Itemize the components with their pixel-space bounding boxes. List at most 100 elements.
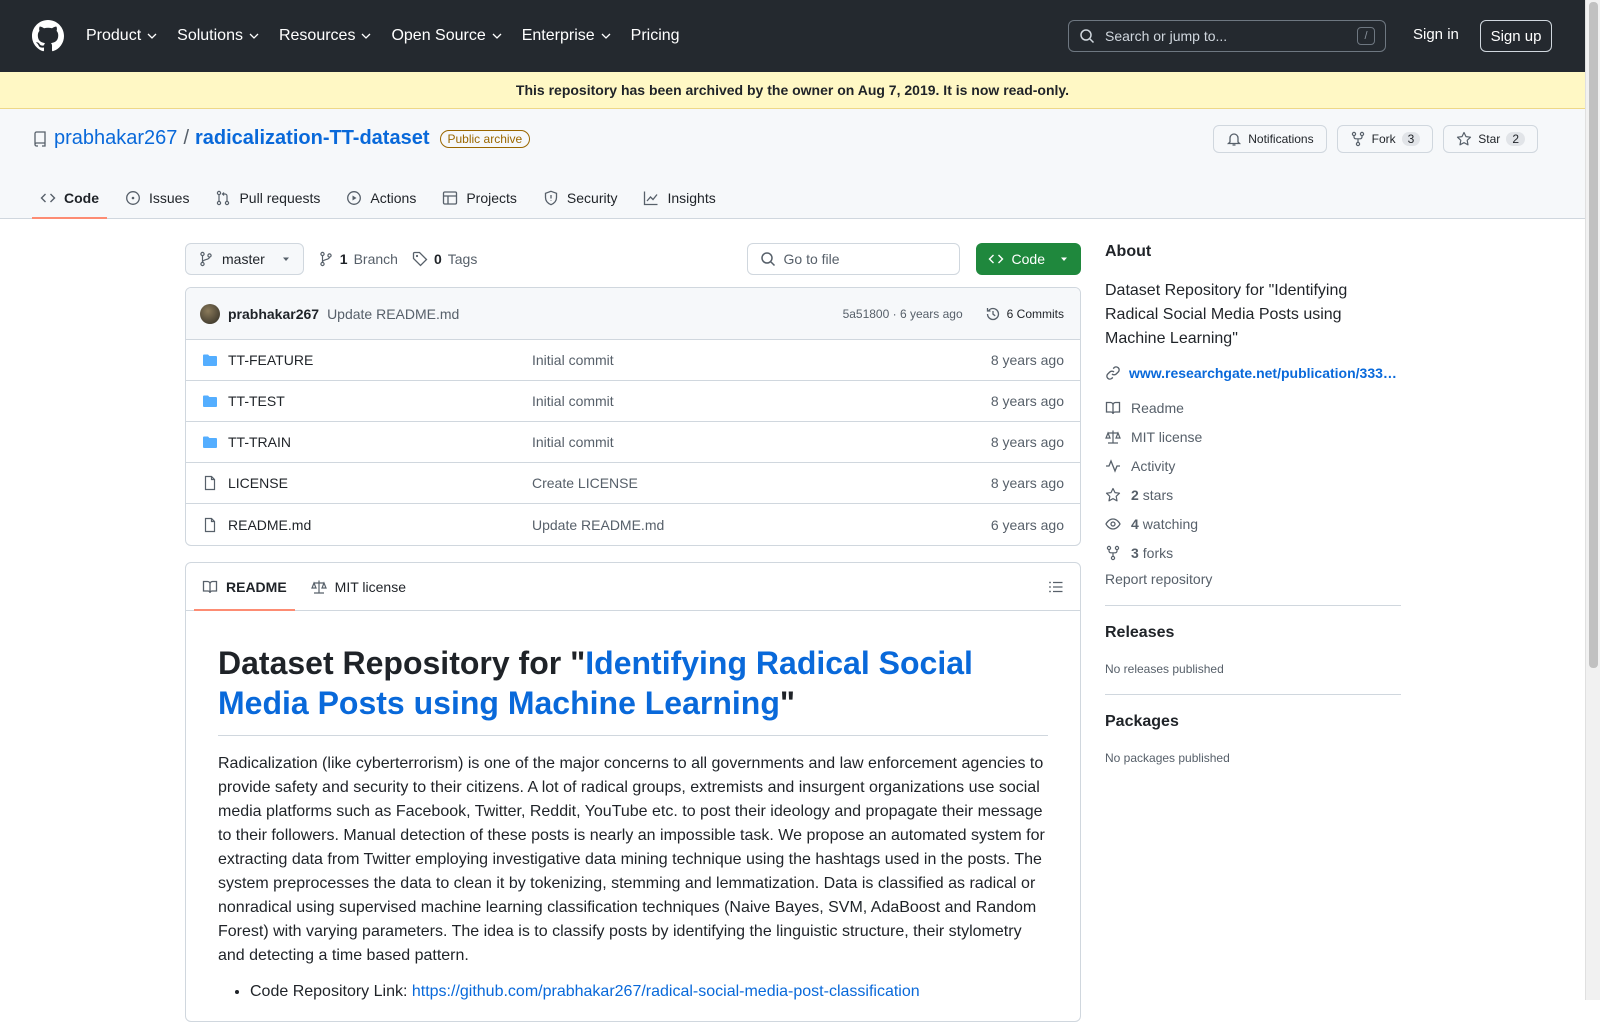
folder-icon (203, 436, 217, 448)
fork-label: Fork (1371, 132, 1396, 146)
tab-pull-requests-label: Pull requests (239, 190, 321, 206)
tab-security[interactable]: Security (535, 177, 626, 219)
commits-link[interactable]: 6 Commits (985, 306, 1064, 322)
tab-actions[interactable]: Actions (338, 177, 424, 219)
divider (1105, 694, 1401, 695)
commit-author[interactable]: prabhakar267 (228, 306, 319, 322)
table-icon (443, 191, 458, 205)
file-commit-message[interactable]: Initial commit (532, 393, 991, 409)
file-icon (204, 517, 216, 532)
search-placeholder: Search or jump to... (1105, 28, 1228, 44)
code-repository-link[interactable]: https://github.com/prabhakar267/radical-… (412, 983, 920, 1000)
nav-pricing[interactable]: Pricing (631, 27, 680, 45)
file-commit-message[interactable]: Update README.md (532, 517, 991, 533)
search-shortcut-key: / (1357, 27, 1375, 45)
branch-label: Branch (353, 251, 398, 267)
watching-link[interactable]: 4 watching (1105, 509, 1401, 538)
bell-icon (1227, 133, 1242, 146)
repo-owner-link[interactable]: prabhakar267 (54, 127, 177, 150)
caret-down-icon (1061, 257, 1067, 261)
file-name[interactable]: TT-TRAIN (228, 434, 291, 450)
archive-banner: This repository has been archived by the… (0, 72, 1585, 109)
branch-icon (200, 251, 212, 267)
table-row[interactable]: TT-TEST Initial commit 8 years ago (186, 381, 1080, 422)
about-website-link[interactable]: www.researchgate.net/publication/333… (1105, 365, 1401, 381)
tag-icon (412, 251, 428, 267)
github-logo-icon[interactable] (32, 20, 64, 52)
readme-link[interactable]: Readme (1105, 393, 1401, 422)
releases-heading[interactable]: Releases (1105, 624, 1401, 642)
repo-name-link[interactable]: radicalization-TT-dataset (195, 127, 430, 150)
file-commit-message[interactable]: Initial commit (532, 352, 991, 368)
nav-resources[interactable]: Resources (279, 27, 371, 45)
table-row[interactable]: README.md Update README.md 6 years ago (186, 504, 1080, 545)
branch-selector[interactable]: master (185, 243, 304, 275)
license-link[interactable]: MIT license (1105, 422, 1401, 451)
top-nav: Product Solutions Resources Open Source … (86, 27, 700, 45)
main-content: master 1 Branch 0 Tags Go to file Code p… (185, 243, 1081, 1022)
stars-link[interactable]: 2 stars (1105, 480, 1401, 509)
page-scrollbar[interactable] (1585, 0, 1600, 1000)
readme-title-suffix: " (779, 685, 796, 721)
file-name[interactable]: LICENSE (228, 475, 288, 491)
commit-message[interactable]: Update README.md (327, 306, 459, 322)
file-icon (204, 475, 216, 491)
branches-link[interactable]: 1 Branch (318, 251, 398, 267)
notifications-button[interactable]: Notifications (1213, 125, 1327, 153)
stars-count: 2 (1131, 486, 1139, 503)
file-name-cell: LICENSE (202, 475, 532, 491)
star-button[interactable]: Star 2 (1443, 125, 1538, 153)
about-heading: About (1105, 243, 1152, 260)
tab-code[interactable]: Code (32, 177, 107, 219)
tab-issues-label: Issues (149, 190, 190, 206)
list-item: Code Repository Link: https://github.com… (250, 980, 1048, 1004)
repo-header: prabhakar267 / radicalization-TT-dataset… (0, 109, 1585, 219)
forks-label: forks (1142, 544, 1174, 561)
branch-count: 1 (339, 251, 348, 267)
tab-license[interactable]: MIT license (303, 563, 414, 611)
branch-name: master (222, 251, 265, 267)
folder-icon (203, 395, 217, 407)
code-button[interactable]: Code (975, 243, 1081, 275)
fork-button[interactable]: Fork 3 (1336, 125, 1434, 153)
tab-insights[interactable]: Insights (635, 177, 723, 219)
packages-heading[interactable]: Packages (1105, 713, 1401, 731)
file-commit-message[interactable]: Initial commit (532, 434, 991, 450)
nav-open-source[interactable]: Open Source (391, 27, 502, 45)
file-name[interactable]: README.md (228, 517, 311, 533)
scrollbar-thumb[interactable] (1589, 2, 1598, 668)
file-date: 8 years ago (990, 393, 1064, 409)
list-item-label: Code Repository Link: (250, 983, 412, 1000)
avatar[interactable] (200, 303, 220, 324)
file-name[interactable]: TT-FEATURE (228, 352, 313, 368)
sign-up-button[interactable]: Sign up (1480, 20, 1552, 52)
activity-link-label: Activity (1131, 457, 1176, 474)
table-row[interactable]: LICENSE Create LICENSE 8 years ago (186, 463, 1080, 504)
file-commit-message[interactable]: Create LICENSE (532, 475, 991, 491)
nav-enterprise[interactable]: Enterprise (522, 27, 611, 45)
go-to-file-input[interactable]: Go to file (746, 243, 960, 275)
tab-readme[interactable]: README (194, 563, 295, 611)
search-input[interactable]: Search or jump to... / (1068, 20, 1386, 52)
commit-sha-time[interactable]: 5a51800 · 6 years ago (843, 307, 963, 321)
folder-icon (203, 354, 217, 366)
nav-solutions[interactable]: Solutions (177, 27, 259, 45)
tab-projects[interactable]: Projects (434, 177, 525, 219)
tab-pull-requests[interactable]: Pull requests (207, 177, 328, 219)
tab-issues[interactable]: Issues (117, 177, 197, 219)
table-row[interactable]: TT-FEATURE Initial commit 8 years ago (186, 340, 1080, 381)
nav-product[interactable]: Product (86, 27, 157, 45)
file-name[interactable]: TT-TEST (228, 393, 285, 409)
nav-open-source-label: Open Source (391, 27, 486, 44)
tag-label: Tags (447, 251, 478, 267)
commits-count: 6 Commits (1006, 306, 1064, 321)
license-link-label: MIT license (1131, 428, 1203, 445)
report-repository-link[interactable]: Report repository (1105, 571, 1401, 587)
sign-in-link[interactable]: Sign in (1413, 26, 1459, 43)
tab-actions-label: Actions (370, 190, 417, 206)
activity-link[interactable]: Activity (1105, 451, 1401, 480)
list-icon[interactable] (1048, 579, 1064, 595)
tags-link[interactable]: 0 Tags (412, 251, 477, 267)
forks-link[interactable]: 3 forks (1105, 538, 1401, 567)
table-row[interactable]: TT-TRAIN Initial commit 8 years ago (186, 422, 1080, 463)
